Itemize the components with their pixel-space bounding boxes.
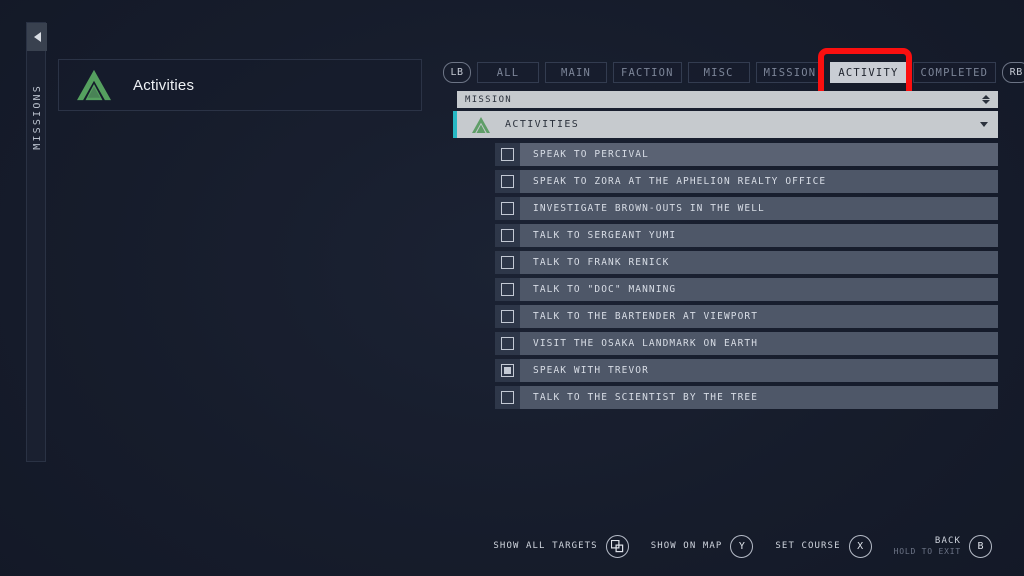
objective-checkbox[interactable] xyxy=(495,170,520,193)
objective-label: VISIT THE OSAKA LANDMARK ON EARTH xyxy=(520,332,998,355)
objective-label: SPEAK TO ZORA AT THE APHELION REALTY OFF… xyxy=(520,170,998,193)
tab-completed[interactable]: COMPLETED xyxy=(912,62,997,83)
objective-row[interactable]: SPEAK TO PERCIVAL xyxy=(495,143,998,166)
group-accent-bar xyxy=(453,111,457,138)
prompt-show-on-map[interactable]: SHOW ON MAP Y xyxy=(651,535,754,558)
objective-row[interactable]: TALK TO "DOC" MANNING xyxy=(495,278,998,301)
prompt-show-all-targets[interactable]: SHOW ALL TARGETS xyxy=(493,535,629,558)
left-bumper-button[interactable]: LB xyxy=(443,62,471,83)
tab-faction[interactable]: FACTION xyxy=(613,62,682,83)
objective-row[interactable]: INVESTIGATE BROWN-OUTS IN THE WELL xyxy=(495,197,998,220)
objective-row[interactable]: TALK TO THE BARTENDER AT VIEWPORT xyxy=(495,305,998,328)
objective-label: TALK TO THE SCIENTIST BY THE TREE xyxy=(520,386,998,409)
objective-row[interactable]: TALK TO THE SCIENTIST BY THE TREE xyxy=(495,386,998,409)
activities-detail-panel: Activities xyxy=(58,59,422,111)
bottom-prompt-bar: SHOW ALL TARGETS SHOW ON MAP Y SET COURS… xyxy=(0,535,1004,558)
activities-group-header[interactable]: ACTIVITIES xyxy=(453,111,998,138)
button-b[interactable]: B xyxy=(969,535,992,558)
chevron-down-icon[interactable] xyxy=(980,122,988,127)
mission-sort-label: MISSION xyxy=(465,94,513,105)
prompt-back[interactable]: BACK HOLD TO EXIT B xyxy=(894,535,992,558)
tab-all[interactable]: ALL xyxy=(477,62,539,83)
activities-triangle-logo-icon xyxy=(472,116,490,133)
sidebar-missions-text: MISSIONS xyxy=(31,84,43,150)
sidebar-missions-label: MISSIONS xyxy=(27,57,47,177)
objective-row[interactable]: VISIT THE OSAKA LANDMARK ON EARTH xyxy=(495,332,998,355)
objective-row[interactable]: SPEAK WITH TREVOR xyxy=(495,359,998,382)
objective-label: TALK TO SERGEANT YUMI xyxy=(520,224,998,247)
objective-list: SPEAK TO PERCIVAL SPEAK TO ZORA AT THE A… xyxy=(495,143,998,413)
objective-checkbox[interactable] xyxy=(495,224,520,247)
button-y[interactable]: Y xyxy=(730,535,754,558)
tab-main[interactable]: MAIN xyxy=(545,62,607,83)
objective-label: SPEAK WITH TREVOR xyxy=(520,359,998,382)
triangle-left-icon xyxy=(33,32,41,42)
page-title: Activities xyxy=(133,76,195,94)
objective-checkbox[interactable] xyxy=(495,251,520,274)
objective-checkbox[interactable] xyxy=(495,386,520,409)
prompt-label: SHOW ON MAP xyxy=(650,540,723,551)
prompt-sublabel: HOLD TO EXIT xyxy=(893,547,961,557)
objective-checkbox[interactable] xyxy=(495,143,520,166)
duplicate-squares-icon[interactable] xyxy=(605,535,629,558)
right-bumper-button[interactable]: RB xyxy=(1002,62,1024,83)
prompt-set-course[interactable]: SET COURSE X xyxy=(775,535,872,558)
objective-row[interactable]: SPEAK TO ZORA AT THE APHELION REALTY OFF… xyxy=(495,170,998,193)
objective-checkbox-checked[interactable] xyxy=(495,359,520,382)
sort-updown-icon[interactable] xyxy=(982,95,990,104)
prompt-label: BACK xyxy=(934,535,961,546)
objective-checkbox[interactable] xyxy=(495,197,520,220)
objective-label: INVESTIGATE BROWN-OUTS IN THE WELL xyxy=(520,197,998,220)
tab-mission[interactable]: MISSION xyxy=(755,62,825,83)
button-x[interactable]: X xyxy=(848,535,872,558)
prompt-label: SET COURSE xyxy=(775,540,841,551)
objective-label: TALK TO FRANK RENICK xyxy=(520,251,998,274)
objective-label: TALK TO THE BARTENDER AT VIEWPORT xyxy=(520,305,998,328)
activities-triangle-logo-icon xyxy=(77,69,111,101)
mission-sort-bar[interactable]: MISSION xyxy=(457,91,998,108)
activities-group-title: ACTIVITIES xyxy=(505,119,580,130)
objective-checkbox[interactable] xyxy=(495,305,520,328)
objective-checkbox[interactable] xyxy=(495,332,520,355)
prompt-label: SHOW ALL TARGETS xyxy=(493,540,598,551)
missions-sidebar-strip[interactable]: MISSIONS xyxy=(26,22,47,462)
objective-checkbox[interactable] xyxy=(495,278,520,301)
sidebar-collapse-button[interactable] xyxy=(27,23,47,51)
filter-tab-row: LB ALL MAIN FACTION MISC MISSION ACTIVIT… xyxy=(443,59,1024,86)
objective-row[interactable]: TALK TO SERGEANT YUMI xyxy=(495,224,998,247)
objective-label: TALK TO "DOC" MANNING xyxy=(520,278,998,301)
objective-row[interactable]: TALK TO FRANK RENICK xyxy=(495,251,998,274)
objective-label: SPEAK TO PERCIVAL xyxy=(520,143,998,166)
tab-activity[interactable]: ACTIVITY xyxy=(830,62,907,83)
tab-misc[interactable]: MISC xyxy=(687,62,750,83)
